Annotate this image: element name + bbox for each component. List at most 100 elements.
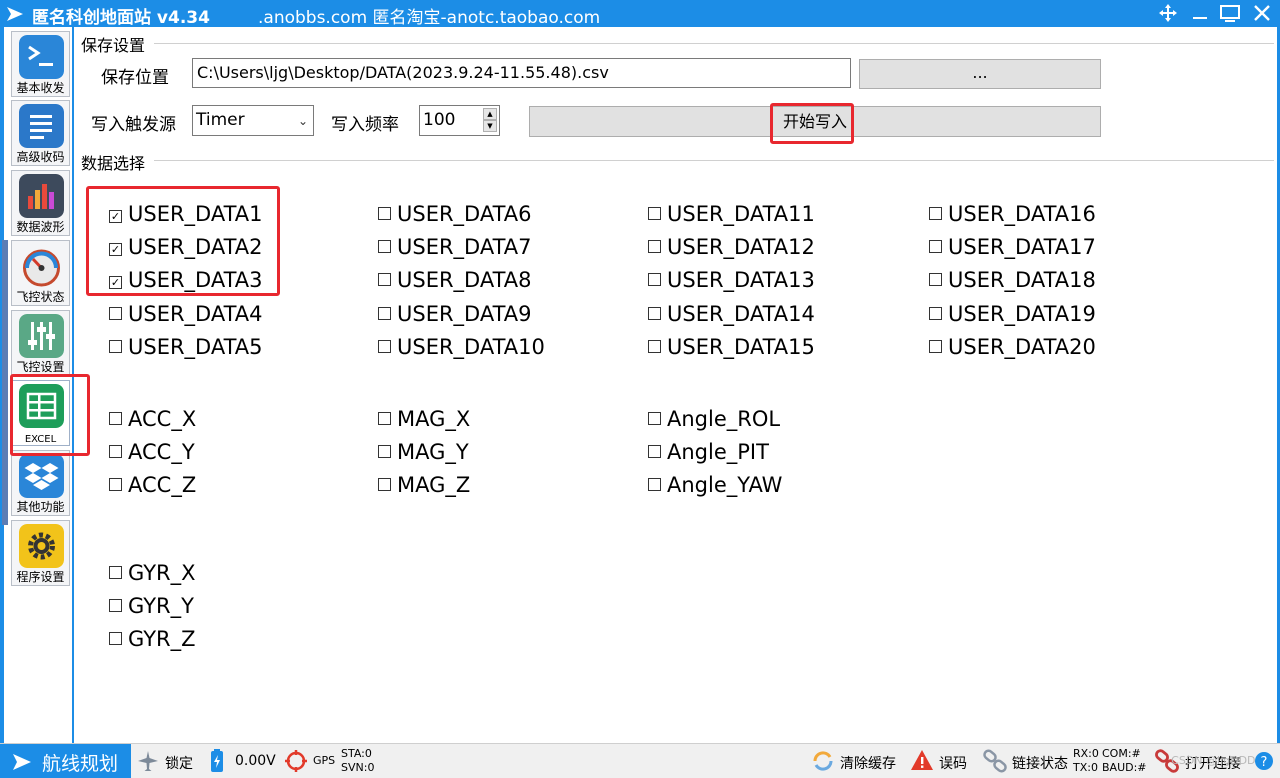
checkbox-user-data2[interactable]: ✓ USER_DATA2 — [109, 234, 263, 260]
sidebar-item-label: 其他功能 — [16, 500, 65, 514]
checkbox-box[interactable]: ✓ — [109, 210, 122, 223]
checkbox-user-data11[interactable]: USER_DATA11 — [648, 201, 815, 227]
save-path-input[interactable]: C:\Users\ljg\Desktop/DATA(2023.9.24-11.5… — [192, 58, 851, 88]
sidebar-item-waveform[interactable]: 数据波形 — [11, 170, 70, 236]
checkbox-box[interactable] — [378, 340, 391, 353]
checkbox-box[interactable] — [378, 445, 391, 458]
maximize-icon[interactable] — [1216, 2, 1244, 24]
checkbox-box[interactable] — [648, 478, 661, 491]
checkbox-angle-pit[interactable]: Angle_PIT — [648, 439, 769, 465]
checkbox-user-data19[interactable]: USER_DATA19 — [929, 301, 1096, 327]
dropbox-icon — [19, 454, 64, 498]
write-frequency-stepper[interactable]: 100 ▲ ▼ — [419, 105, 500, 136]
checkbox-user-data20[interactable]: USER_DATA20 — [929, 334, 1096, 360]
close-icon[interactable] — [1248, 2, 1276, 24]
checkbox-user-data7[interactable]: USER_DATA7 — [378, 234, 532, 260]
gps-svn: SVN:0 — [341, 761, 375, 774]
checkbox-box[interactable] — [929, 273, 942, 286]
checkbox-box[interactable] — [648, 207, 661, 220]
move-icon[interactable] — [1154, 2, 1182, 24]
checkbox-box[interactable] — [109, 340, 122, 353]
checkbox-angle-yaw[interactable]: Angle_YAW — [648, 472, 782, 498]
minimize-icon[interactable] — [1186, 2, 1214, 24]
trigger-source-select[interactable]: Timer ⌄ — [192, 105, 314, 136]
checkbox-gyr-x[interactable]: GYR_X — [109, 560, 196, 586]
checkbox-user-data14[interactable]: USER_DATA14 — [648, 301, 815, 327]
gauge-icon — [23, 249, 60, 287]
checkbox-box[interactable] — [648, 307, 661, 320]
trigger-source-value: Timer — [196, 110, 245, 130]
checkbox-user-data15[interactable]: USER_DATA15 — [648, 334, 815, 360]
checkbox-mag-x[interactable]: MAG_X — [378, 406, 470, 432]
checkbox-user-data13[interactable]: USER_DATA13 — [648, 267, 815, 293]
checkbox-mag-y[interactable]: MAG_Y — [378, 439, 469, 465]
write-frequency-label: 写入频率 — [331, 115, 399, 135]
checkbox-user-data8[interactable]: USER_DATA8 — [378, 267, 532, 293]
checkbox-box[interactable] — [648, 240, 661, 253]
clear-cache-button[interactable]: 清除缓存 — [840, 753, 896, 773]
checkbox-box[interactable] — [109, 445, 122, 458]
checkbox-box[interactable] — [109, 632, 122, 645]
checkbox-box[interactable] — [378, 240, 391, 253]
trigger-source-label: 写入触发源 — [91, 115, 176, 135]
checkbox-acc-y[interactable]: ACC_Y — [109, 439, 195, 465]
sidebar-item-program-settings[interactable]: 程序设置 — [11, 520, 70, 586]
checkbox-box[interactable] — [109, 412, 122, 425]
checkbox-user-data18[interactable]: USER_DATA18 — [929, 267, 1096, 293]
checkbox-angle-rol[interactable]: Angle_ROL — [648, 406, 780, 432]
checkbox-user-data3[interactable]: ✓ USER_DATA3 — [109, 267, 263, 293]
checkbox-user-data12[interactable]: USER_DATA12 — [648, 234, 815, 260]
stepper-down-icon[interactable]: ▼ — [483, 120, 497, 132]
checkbox-user-data4[interactable]: USER_DATA4 — [109, 301, 263, 327]
checkbox-gyr-z[interactable]: GYR_Z — [109, 626, 196, 652]
sidebar-item-label: 飞控设置 — [16, 360, 65, 374]
checkbox-box[interactable] — [648, 412, 661, 425]
checkbox-user-data1[interactable]: ✓ USER_DATA1 — [109, 201, 263, 227]
browse-button[interactable]: ... — [859, 59, 1101, 89]
route-planning-label: 航线规划 — [42, 753, 119, 775]
checkbox-user-data6[interactable]: USER_DATA6 — [378, 201, 532, 227]
checkbox-box[interactable] — [378, 307, 391, 320]
battery-icon — [211, 749, 223, 772]
checkbox-user-data17[interactable]: USER_DATA17 — [929, 234, 1096, 260]
checkbox-acc-x[interactable]: ACC_X — [109, 406, 196, 432]
checkbox-user-data16[interactable]: USER_DATA16 — [929, 201, 1096, 227]
checkbox-box[interactable] — [109, 478, 122, 491]
checkbox-box[interactable] — [378, 412, 391, 425]
checkbox-acc-z[interactable]: ACC_Z — [109, 472, 196, 498]
checkbox-user-data10[interactable]: USER_DATA10 — [378, 334, 545, 360]
checkbox-box[interactable] — [109, 599, 122, 612]
lock-status: 锁定 — [165, 756, 193, 772]
checkbox-box[interactable] — [929, 240, 942, 253]
checkbox-box[interactable] — [648, 445, 661, 458]
checkbox-box[interactable]: ✓ — [109, 276, 122, 289]
document-lines-icon — [19, 104, 64, 148]
sidebar-collapse-handle[interactable] — [2, 240, 8, 525]
sidebar-item-fc-status[interactable]: 飞控状态 — [11, 240, 70, 306]
sidebar-item-fc-settings[interactable]: 飞控设置 — [11, 310, 70, 376]
checkbox-user-data5[interactable]: USER_DATA5 — [109, 334, 263, 360]
checkbox-box[interactable] — [378, 273, 391, 286]
checkbox-box[interactable]: ✓ — [109, 243, 122, 256]
checkbox-box[interactable] — [929, 207, 942, 220]
highlight-box-start-write — [770, 103, 854, 144]
checkbox-box[interactable] — [648, 273, 661, 286]
checkbox-box[interactable] — [378, 478, 391, 491]
stepper-up-icon[interactable]: ▲ — [483, 108, 497, 120]
checkbox-box[interactable] — [109, 307, 122, 320]
checkbox-user-data9[interactable]: USER_DATA9 — [378, 301, 532, 327]
com-port: COM:# — [1102, 747, 1141, 760]
checkbox-box[interactable] — [648, 340, 661, 353]
route-planning-button[interactable]: 航线规划 — [0, 744, 131, 778]
checkbox-box[interactable] — [378, 207, 391, 220]
checkbox-gyr-y[interactable]: GYR_Y — [109, 593, 194, 619]
checkbox-mag-z[interactable]: MAG_Z — [378, 472, 470, 498]
warning-icon — [911, 750, 933, 770]
checkbox-box[interactable] — [109, 566, 122, 579]
sidebar-item-basic-io[interactable]: 基本收发 — [11, 31, 70, 97]
help-icon[interactable]: ? — [1254, 751, 1274, 771]
sidebar-item-advanced-rx[interactable]: 高级收码 — [11, 100, 70, 166]
sidebar-item-other[interactable]: 其他功能 — [11, 450, 70, 516]
checkbox-box[interactable] — [929, 307, 942, 320]
checkbox-box[interactable] — [929, 340, 942, 353]
